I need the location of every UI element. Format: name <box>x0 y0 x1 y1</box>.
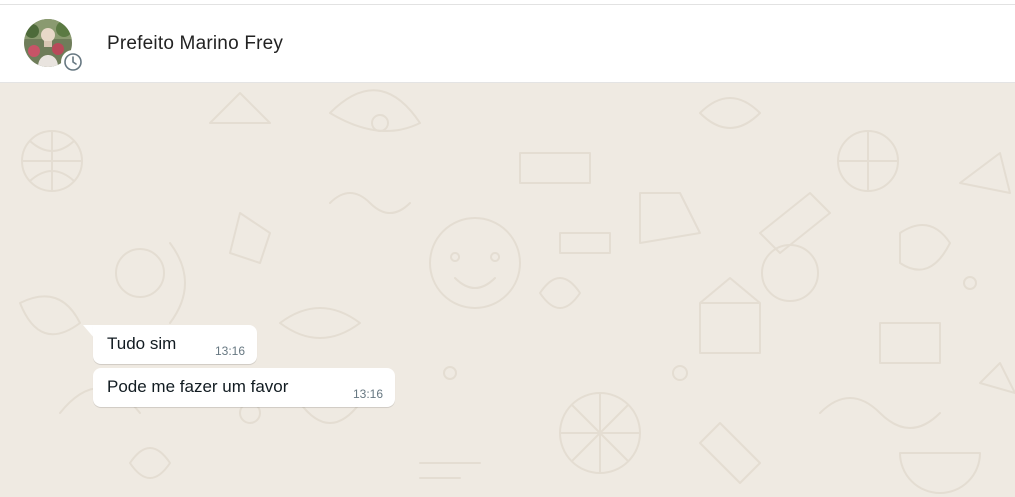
message-time: 13:16 <box>214 344 245 358</box>
message-text: Pode me fazer um favor <box>107 377 289 396</box>
chat-wallpaper-doodles <box>19 89 1015 494</box>
chat-message-area[interactable]: Tudo sim 13:16 Pode me fazer um favor 13… <box>0 83 1015 497</box>
message-bubble[interactable]: Tudo sim 13:16 <box>93 325 257 364</box>
status-clock-icon <box>61 50 85 74</box>
message-bubble[interactable]: Pode me fazer um favor 13:16 <box>93 368 395 407</box>
chat-header[interactable]: Prefeito Marino Frey <box>0 5 1015 83</box>
message-text: Tudo sim <box>107 334 177 353</box>
message-time: 13:16 <box>352 387 383 401</box>
contact-name[interactable]: Prefeito Marino Frey <box>107 33 283 55</box>
